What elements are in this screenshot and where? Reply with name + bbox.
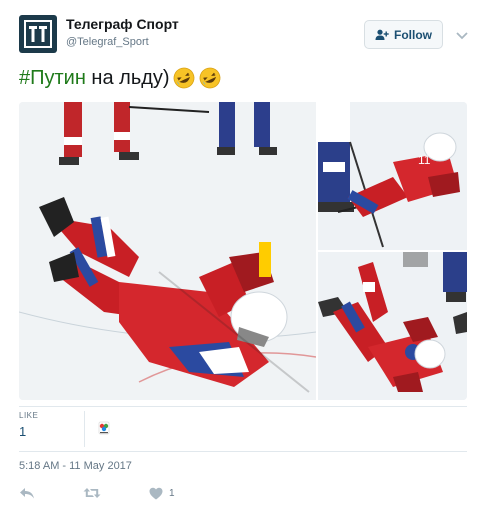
follow-button[interactable]: Follow [364, 20, 443, 49]
tweet-header: Телеграф Спорт @Telegraf_Sport Follow [0, 0, 490, 62]
telegraf-logo-icon [24, 20, 52, 48]
chevron-down-icon[interactable] [456, 28, 468, 40]
hockey-player-falling-on-ice[interactable] [19, 102, 316, 400]
account-handle[interactable]: @Telegraf_Sport [66, 36, 149, 48]
tweet-actions: 1 [19, 484, 219, 502]
follow-button-label: Follow [394, 27, 432, 42]
hashtag-link[interactable]: #Путин [19, 67, 86, 90]
rolling-on-floor-laughing-icon [198, 66, 222, 90]
likes-count[interactable]: 1 [19, 424, 84, 439]
retweet-icon [83, 488, 101, 498]
account-avatar[interactable] [19, 15, 57, 53]
stats-divider-top [19, 406, 467, 407]
tweet-body-text: на льду) [85, 66, 170, 89]
liker-avatar[interactable] [96, 420, 112, 436]
like-button[interactable]: 1 [149, 484, 175, 502]
hockey-player-lying-on-ice[interactable] [318, 252, 467, 400]
tweet-text: #Путин на льду) [19, 66, 222, 90]
heart-icon [149, 487, 163, 499]
likes-label: LIKE [19, 411, 39, 420]
reply-button[interactable] [19, 484, 35, 502]
retweet-button[interactable] [83, 484, 101, 502]
like-count: 1 [169, 487, 175, 499]
tweet-timestamp[interactable]: 5:18 AM - 11 May 2017 [19, 460, 132, 472]
hockey-player-sliding-on-ice[interactable]: 11 [318, 102, 467, 250]
stats-divider-bottom [19, 451, 467, 452]
account-name[interactable]: Телеграф Спорт [66, 16, 179, 32]
add-user-icon [375, 29, 389, 41]
reply-icon [20, 488, 34, 499]
rolling-on-floor-laughing-icon [172, 66, 196, 90]
likes-stat[interactable]: LIKE 1 [19, 411, 85, 447]
tweet-media-grid[interactable]: 11 [19, 102, 467, 400]
svg-text:11: 11 [418, 153, 431, 167]
